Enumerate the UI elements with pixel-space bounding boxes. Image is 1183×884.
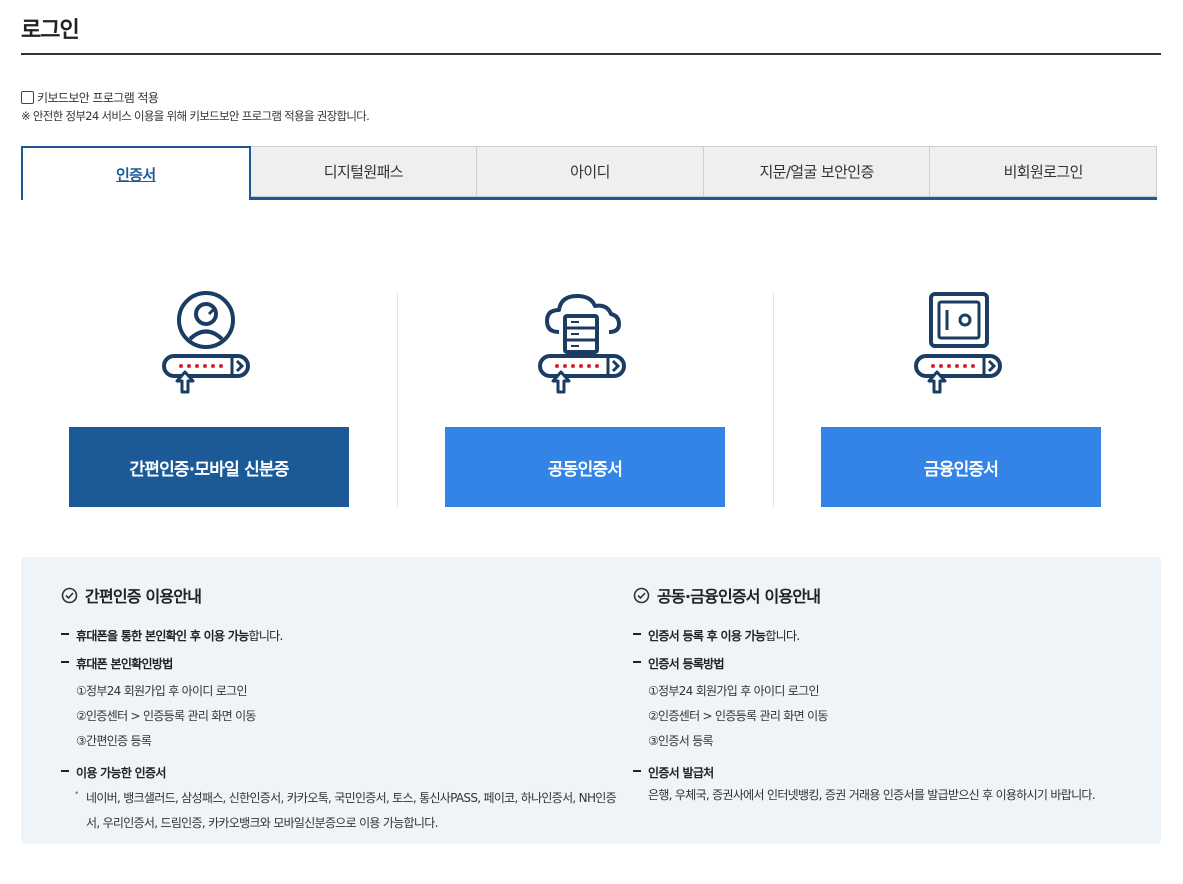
guide-item: 휴대폰 본인확인방법 xyxy=(61,655,621,672)
guide-item: 휴대폰을 통한 본인확인 후 이용 가능합니다. xyxy=(61,627,621,644)
financial-cert-button[interactable]: 금융인증서 xyxy=(821,427,1101,507)
guide-title: 간편인증 이용안내 xyxy=(85,587,202,606)
keyboard-security-checkbox[interactable] xyxy=(21,91,34,104)
tab-certificate[interactable]: 인증서 xyxy=(21,146,251,200)
check-circle-icon xyxy=(633,587,650,603)
simple-auth-guide: 간편인증 이용안내 휴대폰을 통한 본인확인 후 이용 가능합니다. 휴대폰 본… xyxy=(61,583,621,836)
cert-guide: 공동·금융인증서 이용안내 인증서 등록 후 이용 가능합니다. 인증서 등록방… xyxy=(633,583,1096,803)
guide-item: 이용 가능한 인증서 xyxy=(61,764,621,781)
issuer-text: 은행, 우체국, 증권사에서 인터넷뱅킹, 증권 거래용 인증서를 발급받으신 … xyxy=(648,788,1096,802)
guide-title: 공동·금융인증서 이용안내 xyxy=(657,587,821,606)
check-circle-icon xyxy=(61,587,78,603)
tab-digital-onepass[interactable]: 디지털원패스 xyxy=(250,146,478,197)
method-divider xyxy=(397,293,398,507)
keyboard-security-note: ※ 안전한 정부24 서비스 이용을 위해 키보드보안 프로그램 적용을 권장합… xyxy=(21,109,370,123)
tab-id[interactable]: 아이디 xyxy=(477,146,704,197)
method-divider xyxy=(773,293,774,507)
guide-item: 인증서 발급처 xyxy=(633,764,1095,781)
guide-item: 인증서 등록방법 xyxy=(633,655,1095,672)
guide-steps: ①정부24 회원가입 후 아이디 로그인 ②인증센터 > 인증등록 관리 화면 … xyxy=(648,684,828,748)
title-divider xyxy=(21,53,1161,55)
keyboard-security-option[interactable]: 키보드보안 프로그램 적용 xyxy=(21,89,159,106)
page-title: 로그인 xyxy=(21,18,80,43)
simple-auth-button[interactable]: 간편인증·모바일 신분증 xyxy=(69,427,349,507)
cloud-server-icon xyxy=(538,294,626,394)
tab-guest-login[interactable]: 비회원로그인 xyxy=(930,146,1157,197)
keyboard-security-label[interactable]: 키보드보안 프로그램 적용 xyxy=(37,89,159,106)
guide-item: 인증서 등록 후 이용 가능합니다. xyxy=(633,627,1095,644)
joint-cert-button[interactable]: 공동인증서 xyxy=(445,427,725,507)
available-certs-text: 네이버, 뱅크샐러드, 삼성패스, 신한인증서, 카카오톡, 국민인증서, 토스… xyxy=(61,782,621,836)
usage-guide-panel: 간편인증 이용안내 휴대폰을 통한 본인확인 후 이용 가능합니다. 휴대폰 본… xyxy=(21,557,1161,844)
login-tabs: 인증서 디지털원패스 아이디 지문/얼굴 보안인증 비회원로그인 xyxy=(21,146,1157,200)
tab-biometric[interactable]: 지문/얼굴 보안인증 xyxy=(703,146,931,197)
safe-icon xyxy=(914,292,1002,394)
guide-steps: ①정부24 회원가입 후 아이디 로그인 ②인증센터 > 인증등록 관리 화면 … xyxy=(76,684,256,748)
user-circle-icon xyxy=(162,291,250,394)
